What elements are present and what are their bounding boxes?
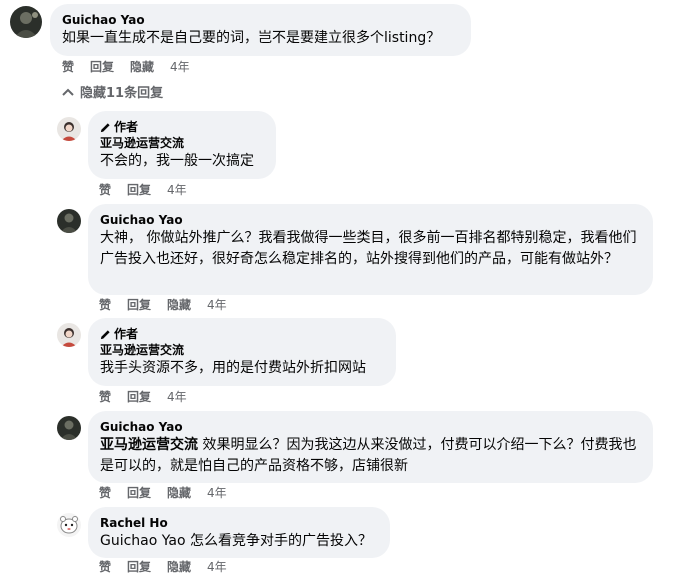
author-badge-label: 作者 <box>114 327 139 341</box>
comment-bubble: Guichao Yao 如果一直生成不是自己要的词，岂不是要建立很多个listi… <box>50 4 471 56</box>
pencil-icon <box>100 122 110 132</box>
comment-text: 如果一直生成不是自己要的词，岂不是要建立很多个listing？ <box>62 30 441 46</box>
avatar[interactable] <box>57 323 81 347</box>
hide-button[interactable]: 隐藏 <box>167 485 191 501</box>
commenter-name[interactable]: 亚马逊运营交流 <box>100 135 264 151</box>
reply-bubble: Guichao Yao 大神， 你做站外推广么？我看我做得一些类目，很多前一百排… <box>88 204 653 295</box>
reply-bubble: 作者 亚马逊运营交流 不会的，我一般一次搞定 <box>88 111 276 179</box>
comment-text: 大神， 你做站外推广么？我看我做得一些类目，很多前一百排名都特别稳定，我看他们广… <box>100 230 637 267</box>
profile-photo-icon <box>57 513 81 537</box>
comment-actions: 赞 回复 隐藏 4年 <box>99 559 243 575</box>
profile-photo-icon <box>57 323 81 347</box>
author-badge-label: 作者 <box>114 120 139 134</box>
profile-photo-icon <box>10 6 42 38</box>
comment-text: 不会的，我一般一次搞定 <box>100 153 254 169</box>
reply-button[interactable]: 回复 <box>127 389 151 405</box>
timestamp[interactable]: 4年 <box>207 559 227 575</box>
pencil-icon <box>100 329 110 339</box>
avatar[interactable] <box>57 513 81 537</box>
hide-button[interactable]: 隐藏 <box>167 559 191 575</box>
timestamp[interactable]: 4年 <box>170 59 190 75</box>
reply-button[interactable]: 回复 <box>127 485 151 501</box>
comment-text: 我手头资源不多，用的是付费站外折扣网站 <box>100 360 366 376</box>
reply-button[interactable]: 回复 <box>127 297 151 313</box>
commenter-name[interactable]: Guichao Yao <box>62 12 459 28</box>
avatar[interactable] <box>57 416 81 440</box>
commenter-name[interactable]: Guichao Yao <box>100 419 641 435</box>
commenter-name[interactable]: 亚马逊运营交流 <box>100 342 384 358</box>
avatar[interactable] <box>57 209 81 233</box>
comment-actions: 赞 回复 隐藏 4年 <box>99 485 243 501</box>
comment-actions: 赞 回复 隐藏 4年 <box>62 59 206 75</box>
reply-bubble: 作者 亚马逊运营交流 我手头资源不多，用的是付费站外折扣网站 <box>88 318 396 386</box>
comment-text: 亚马逊运营交流 效果明显么？因为我这边从来没做过，付费可以介绍一下么？付费我也是… <box>100 435 641 477</box>
hide-replies-toggle[interactable]: 隐藏11条回复 <box>62 82 163 101</box>
comment-actions: 赞 回复 隐藏 4年 <box>99 297 243 313</box>
reply-button[interactable]: 回复 <box>127 182 151 198</box>
reply-button[interactable]: 回复 <box>90 59 114 75</box>
timestamp[interactable]: 4年 <box>167 182 187 198</box>
author-badge: 作者 <box>100 326 384 342</box>
avatar[interactable] <box>57 117 81 141</box>
like-button[interactable]: 赞 <box>99 559 111 575</box>
commenter-name[interactable]: Guichao Yao <box>100 212 641 228</box>
like-button[interactable]: 赞 <box>62 59 74 75</box>
reply-button[interactable]: 回复 <box>127 559 151 575</box>
profile-photo-icon <box>57 209 81 233</box>
profile-photo-icon <box>57 416 81 440</box>
reply-bubble: Guichao Yao 亚马逊运营交流 效果明显么？因为我这边从来没做过，付费可… <box>88 411 653 483</box>
timestamp[interactable]: 4年 <box>207 485 227 501</box>
commenter-name[interactable]: Rachel Ho <box>100 515 378 531</box>
toggle-label: 隐藏11条回复 <box>80 86 164 101</box>
like-button[interactable]: 赞 <box>99 485 111 501</box>
comment-text: Guichao Yao 怎么看竞争对手的广告投入？ <box>100 533 372 549</box>
like-button[interactable]: 赞 <box>99 389 111 405</box>
timestamp[interactable]: 4年 <box>167 389 187 405</box>
reply-bubble: Rachel Ho Guichao Yao 怎么看竞争对手的广告投入？ <box>88 507 390 558</box>
profile-photo-icon <box>57 117 81 141</box>
like-button[interactable]: 赞 <box>99 182 111 198</box>
hide-button[interactable]: 隐藏 <box>167 297 191 313</box>
avatar[interactable] <box>10 6 42 38</box>
like-button[interactable]: 赞 <box>99 297 111 313</box>
hide-button[interactable]: 隐藏 <box>130 59 154 75</box>
comment-actions: 赞 回复 4年 <box>99 389 203 405</box>
author-badge: 作者 <box>100 119 264 135</box>
chevron-up-icon <box>62 88 74 96</box>
comment-actions: 赞 回复 4年 <box>99 182 203 198</box>
mention-link[interactable]: 亚马逊运营交流 <box>100 437 198 453</box>
timestamp[interactable]: 4年 <box>207 297 227 313</box>
